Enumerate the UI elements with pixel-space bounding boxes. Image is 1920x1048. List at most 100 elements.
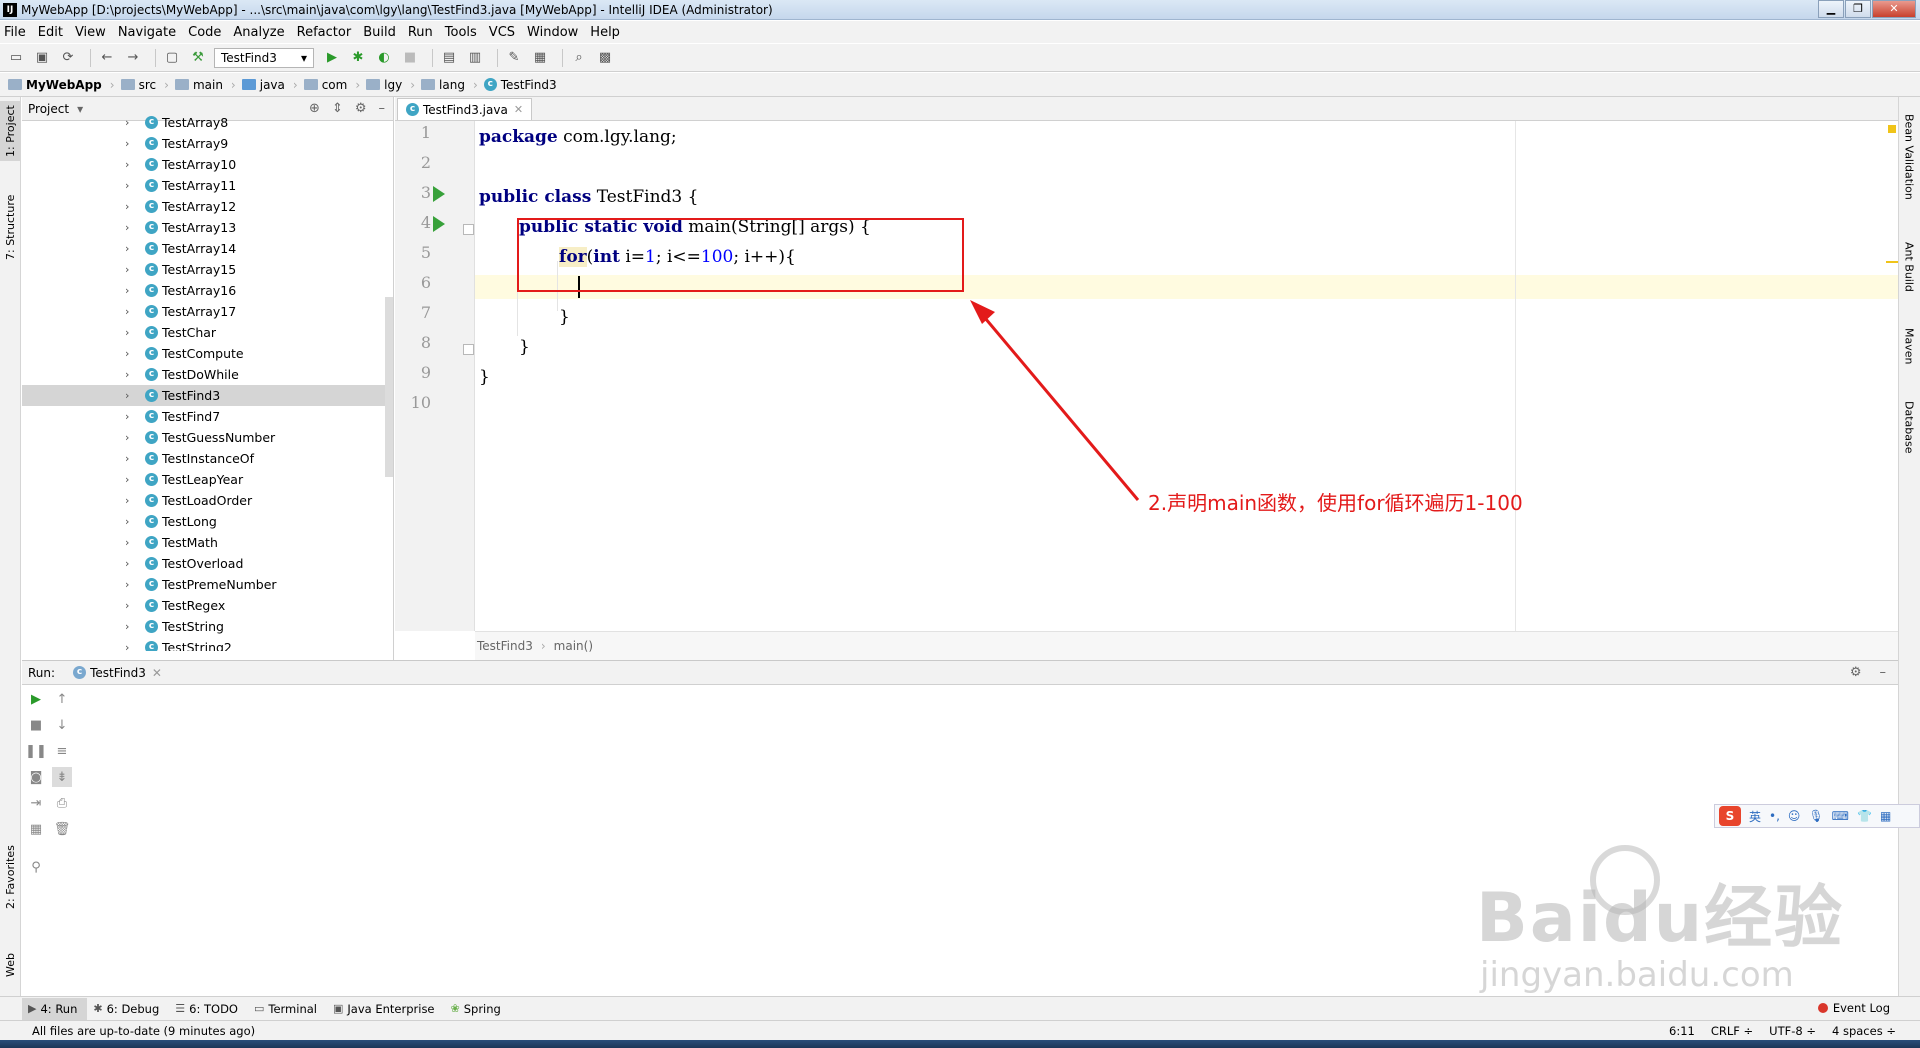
tree-item[interactable]: › c TestArray15: [22, 259, 393, 280]
debug-icon[interactable]: ✱: [348, 48, 368, 68]
tree-item[interactable]: › c TestArray14: [22, 238, 393, 259]
breadcrumb-item-src[interactable]: src: [120, 78, 156, 92]
up-arrow-icon[interactable]: ↑: [52, 689, 72, 709]
chevron-right-icon[interactable]: ›: [125, 242, 139, 255]
chevron-right-icon[interactable]: ›: [125, 263, 139, 276]
line-separator[interactable]: CRLF ÷: [1711, 1024, 1753, 1038]
chevron-right-icon[interactable]: ›: [125, 578, 139, 591]
keyboard-icon[interactable]: ⌨: [1832, 809, 1849, 823]
editor-breadcrumb-class[interactable]: TestFind3: [477, 639, 533, 653]
chevron-right-icon[interactable]: ›: [125, 284, 139, 297]
tab-database[interactable]: Database: [1898, 392, 1920, 462]
hide-icon[interactable]: –: [1880, 665, 1887, 680]
breadcrumb-item-java[interactable]: java: [241, 78, 285, 92]
sdk-icon[interactable]: ▥: [465, 48, 485, 68]
skin-icon[interactable]: 👕: [1857, 809, 1872, 823]
chevron-right-icon[interactable]: ›: [125, 557, 139, 570]
chevron-right-icon[interactable]: ›: [125, 116, 139, 129]
maximize-button[interactable]: ❐: [1845, 0, 1871, 18]
tab-structure[interactable]: 7: Structure: [0, 187, 21, 267]
settings-wrench-icon[interactable]: ✎: [504, 48, 524, 68]
pin-icon[interactable]: ⚲: [26, 857, 46, 877]
tab-spring[interactable]: ❀ Spring: [445, 998, 511, 1020]
breadcrumb-item-project[interactable]: MyWebApp: [8, 78, 102, 92]
warning-marker[interactable]: [1886, 261, 1898, 263]
tab-maven[interactable]: Maven: [1898, 319, 1920, 374]
tree-item[interactable]: › c TestFind7: [22, 406, 393, 427]
tree-item[interactable]: › c TestDoWhile: [22, 364, 393, 385]
terminal-window-icon[interactable]: ▢: [162, 48, 182, 68]
chevron-right-icon[interactable]: ›: [125, 389, 139, 402]
chevron-right-icon[interactable]: ›: [125, 137, 139, 150]
tab-web[interactable]: Web: [0, 945, 21, 985]
chevron-right-icon[interactable]: ›: [125, 473, 139, 486]
tree-item[interactable]: › c TestMath: [22, 532, 393, 553]
close-tab-icon[interactable]: ✕: [152, 666, 162, 680]
plugins-icon[interactable]: ▩: [595, 48, 615, 68]
layout-icon[interactable]: ▦: [26, 819, 46, 839]
gear-icon[interactable]: ⚙: [1850, 665, 1862, 680]
tree-item[interactable]: › c TestFind3: [22, 385, 393, 406]
breadcrumb-item-lgy[interactable]: lgy: [366, 78, 402, 92]
scroll-to-end-icon[interactable]: ⇟: [52, 767, 72, 787]
editor-error-stripe[interactable]: [1886, 121, 1898, 631]
chevron-right-icon[interactable]: ›: [125, 179, 139, 192]
chevron-right-icon[interactable]: ›: [125, 368, 139, 381]
tree-item[interactable]: › c TestLeapYear: [22, 469, 393, 490]
trash-icon[interactable]: 🗑: [52, 819, 72, 839]
breadcrumb-item-com[interactable]: com: [303, 78, 347, 92]
warning-marker[interactable]: [1888, 125, 1896, 133]
run-gutter-icon[interactable]: [433, 186, 445, 202]
punctuation-icon[interactable]: •,: [1769, 809, 1780, 823]
indent-setting[interactable]: 4 spaces ÷: [1832, 1024, 1896, 1038]
tab-debug[interactable]: ✱ 6: Debug: [87, 998, 169, 1020]
chevron-right-icon[interactable]: ›: [125, 326, 139, 339]
tab-favorites[interactable]: 2: Favorites: [0, 837, 21, 917]
tab-ant-build[interactable]: Ant Build: [1898, 232, 1920, 302]
chevron-right-icon[interactable]: ›: [125, 536, 139, 549]
chevron-right-icon[interactable]: ›: [125, 410, 139, 423]
close-button[interactable]: ✕: [1872, 0, 1916, 18]
save-icon[interactable]: ▣: [32, 48, 52, 68]
print-icon[interactable]: ⎙: [52, 793, 72, 813]
menu-view[interactable]: View: [75, 25, 106, 40]
chevron-right-icon[interactable]: ›: [125, 620, 139, 633]
tab-bean-validation[interactable]: Bean Validation: [1898, 107, 1920, 207]
chevron-right-icon[interactable]: ›: [125, 221, 139, 234]
open-folder-icon[interactable]: ▭: [6, 48, 26, 68]
tab-project[interactable]: 1: Project: [0, 101, 21, 161]
microphone-icon[interactable]: 🎙: [1808, 809, 1823, 823]
chevron-right-icon[interactable]: ›: [125, 641, 139, 651]
stop-icon[interactable]: ■: [400, 48, 420, 68]
chevron-right-icon[interactable]: ›: [125, 494, 139, 507]
tree-item[interactable]: › c TestChar: [22, 322, 393, 343]
tree-item[interactable]: › c TestString: [22, 616, 393, 637]
tab-todo[interactable]: ☰ 6: TODO: [169, 998, 248, 1020]
project-structure-icon[interactable]: ▤: [439, 48, 459, 68]
run-gutter-icon[interactable]: [433, 216, 445, 232]
build-hammer-icon[interactable]: ⚒: [188, 48, 208, 68]
tree-item[interactable]: › c TestCompute: [22, 343, 393, 364]
fold-icon[interactable]: [463, 344, 474, 355]
tree-item[interactable]: › c TestArray11: [22, 175, 393, 196]
tab-java-enterprise[interactable]: ▣ Java Enterprise: [327, 998, 445, 1020]
breadcrumb-item-lang[interactable]: lang: [421, 78, 465, 92]
chevron-right-icon[interactable]: ›: [125, 305, 139, 318]
tree-item[interactable]: › c TestPremeNumber: [22, 574, 393, 595]
camera-icon[interactable]: ◙: [26, 767, 46, 787]
pause-icon[interactable]: ❚❚: [25, 741, 47, 761]
file-encoding[interactable]: UTF-8 ÷: [1769, 1024, 1816, 1038]
menu-code[interactable]: Code: [188, 25, 221, 40]
menu-file[interactable]: File: [4, 25, 26, 40]
menu-navigate[interactable]: Navigate: [118, 25, 176, 40]
menu-edit[interactable]: Edit: [38, 25, 63, 40]
chevron-right-icon[interactable]: ›: [125, 200, 139, 213]
menu-analyze[interactable]: Analyze: [233, 25, 284, 40]
tree-item[interactable]: › c TestLoadOrder: [22, 490, 393, 511]
tree-item[interactable]: › c TestArray8: [22, 112, 393, 133]
minimize-button[interactable]: ▁: [1818, 0, 1844, 18]
soft-wrap-icon[interactable]: ≡: [52, 741, 72, 761]
chevron-right-icon[interactable]: ›: [125, 599, 139, 612]
run-configuration-select[interactable]: TestFind3 ▾: [214, 47, 314, 68]
fold-icon[interactable]: [463, 224, 474, 235]
